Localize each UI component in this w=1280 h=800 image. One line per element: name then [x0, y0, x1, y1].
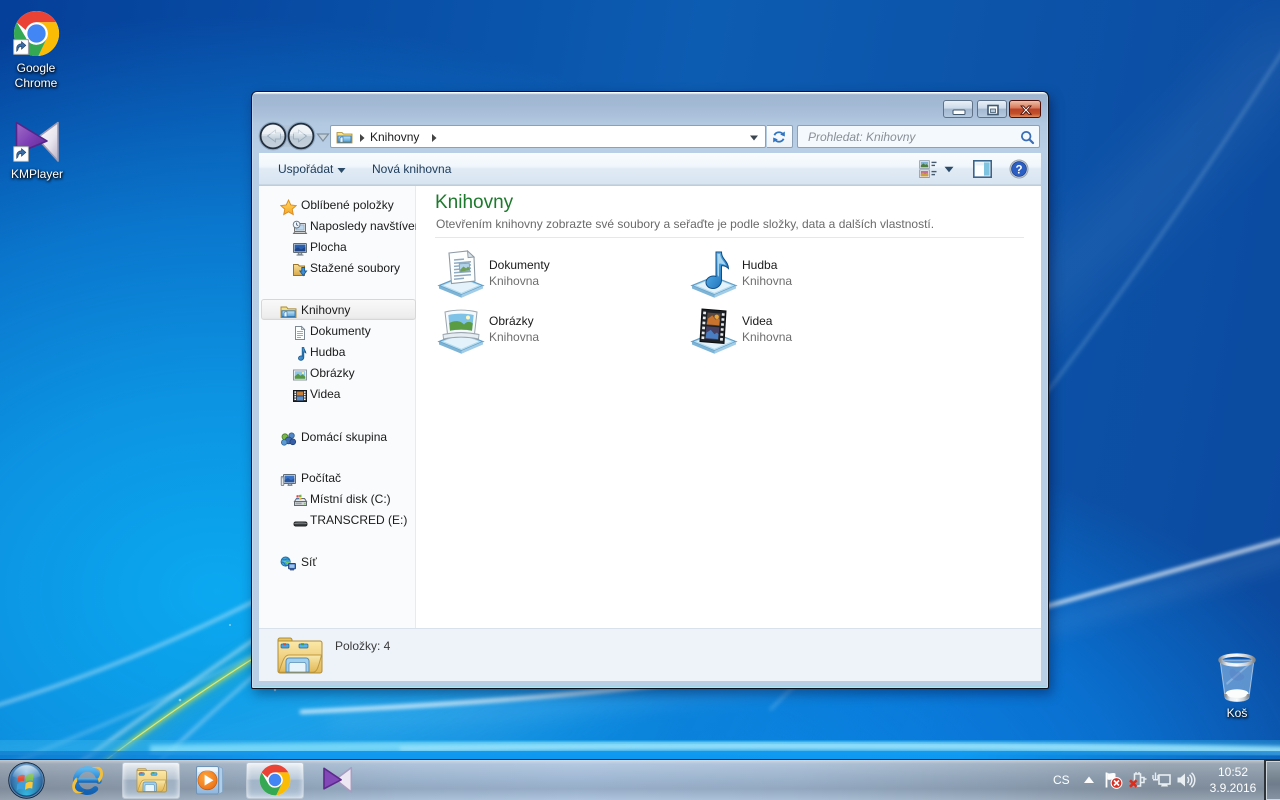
svg-text:?: ?	[1015, 164, 1022, 176]
